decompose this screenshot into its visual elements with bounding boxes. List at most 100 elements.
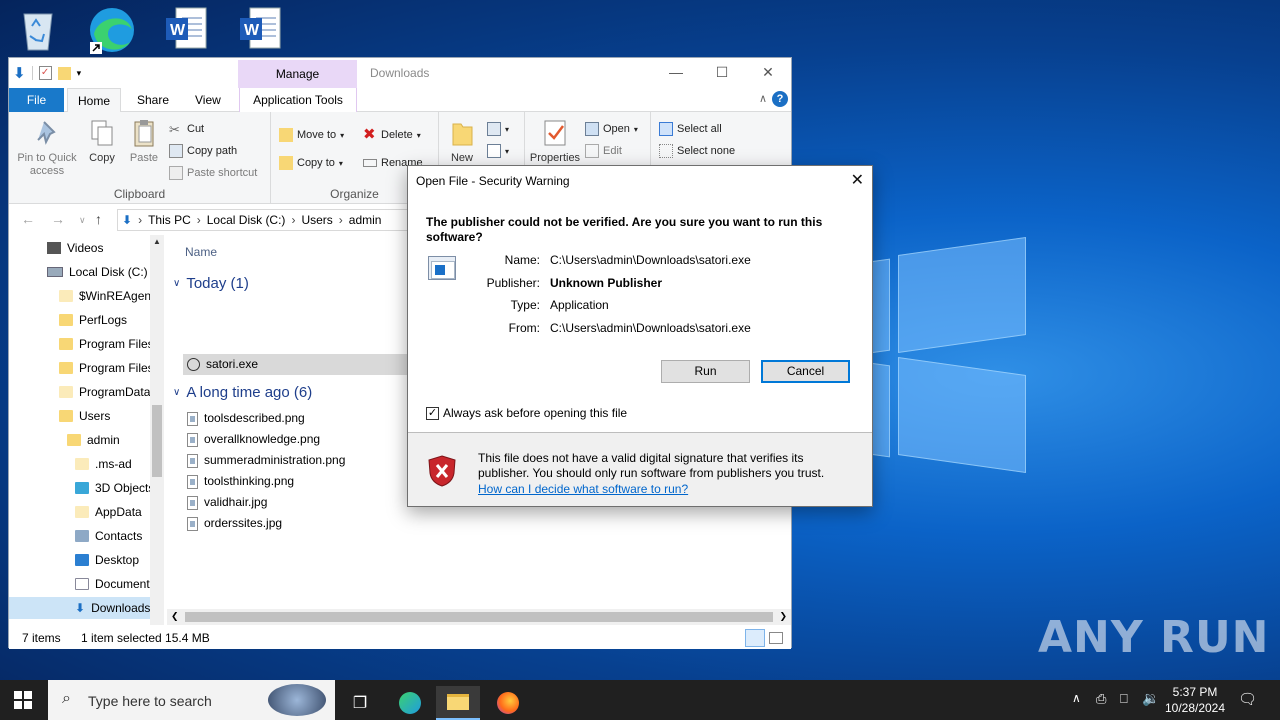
forward-arrow-icon[interactable]: → (51, 211, 65, 227)
close-button[interactable]: ✕ (745, 58, 791, 86)
new-item-button[interactable]: ▾ (487, 120, 509, 138)
h-scroll-thumb[interactable] (185, 612, 773, 622)
recent-dropdown-icon[interactable]: ∨ (79, 215, 86, 226)
nav-scrollbar[interactable]: ▲ (150, 235, 164, 625)
edge-taskbar-icon[interactable] (388, 686, 432, 720)
notifications-icon[interactable]: 🗨 (1238, 690, 1257, 708)
pin-quick-access-button[interactable]: Pin to Quick access (15, 118, 79, 178)
file-row[interactable]: satori.exe (183, 354, 423, 375)
details-view-icon[interactable] (745, 629, 765, 647)
nav-item[interactable]: ProgramData (59, 381, 150, 403)
column-header-name[interactable]: Name (185, 245, 217, 259)
nav-item[interactable]: 3D Objects (75, 477, 154, 499)
edit-button[interactable]: Edit (585, 142, 622, 160)
group-header-old[interactable]: ∨ A long time ago (6) (173, 384, 312, 401)
tab-share[interactable]: Share (127, 88, 179, 112)
folder-icon (59, 410, 73, 422)
run-button[interactable]: Run (661, 360, 750, 383)
new-folder-button[interactable]: New (445, 118, 479, 165)
taskbar-search[interactable]: ⌕ Type here to search (48, 680, 335, 720)
edge-icon[interactable] (88, 6, 134, 54)
nav-item[interactable]: Local Disk (C:) (47, 261, 148, 283)
nav-item[interactable]: Desktop (75, 549, 139, 571)
copy-to-button[interactable]: Copy to ▾ (279, 154, 343, 172)
always-ask-checkbox-row[interactable]: ✓ Always ask before opening this file (426, 406, 627, 420)
nav-item[interactable]: Program Files (59, 357, 154, 379)
paste-button[interactable]: Paste (127, 118, 161, 165)
tab-file[interactable]: File (9, 88, 64, 112)
move-to-button[interactable]: Move to ▾ (279, 126, 344, 144)
tab-view[interactable]: View (185, 88, 231, 112)
word-document-icon[interactable]: W (164, 6, 208, 54)
tab-home[interactable]: Home (67, 88, 122, 113)
file-row[interactable]: overallknowledge.png (183, 429, 320, 450)
new-folder-icon[interactable] (57, 66, 71, 80)
nav-item[interactable]: PerfLogs (59, 309, 127, 331)
always-ask-checkbox[interactable]: ✓ (426, 406, 439, 420)
nav-item[interactable]: Users (59, 405, 110, 427)
properties-button[interactable]: Properties (527, 118, 583, 165)
breadcrumb-local-disk[interactable]: Local Disk (C:) (207, 213, 286, 227)
minimize-button[interactable]: — (653, 58, 699, 86)
volume-icon[interactable]: 🔉 (1142, 690, 1159, 707)
nav-item[interactable]: .ms-ad (75, 453, 132, 475)
breadcrumb-users[interactable]: Users (301, 213, 332, 227)
properties-check-icon[interactable]: ✓ (38, 66, 52, 80)
recycle-bin-icon[interactable] (16, 6, 60, 54)
copy-path-button[interactable]: Copy path (169, 142, 237, 160)
delete-button[interactable]: ✖ Delete ▾ (363, 126, 421, 144)
windows-start-icon[interactable] (14, 691, 32, 709)
select-all-button[interactable]: Select all (659, 120, 722, 138)
file-row[interactable]: validhair.jpg (183, 492, 267, 513)
cancel-button[interactable]: Cancel (761, 360, 850, 383)
horizontal-scrollbar[interactable]: ❮ ❯ (167, 609, 791, 625)
file-row[interactable]: toolsthinking.png (183, 471, 294, 492)
help-link[interactable]: How can I decide what software to run? (478, 482, 688, 496)
image-file-icon (187, 453, 198, 468)
collapse-ribbon-icon[interactable]: ∧ (759, 92, 767, 105)
nav-item[interactable]: $WinREAgent (59, 285, 154, 307)
breadcrumb-this-pc[interactable]: This PC (148, 213, 191, 227)
dialog-close-icon[interactable]: ✕ (851, 170, 864, 190)
manage-tab[interactable]: Manage (238, 60, 357, 88)
task-view-icon[interactable]: ❐ (338, 686, 382, 720)
network-icon[interactable]: ⎕ (1120, 691, 1128, 707)
scroll-left-icon[interactable]: ❮ (171, 611, 179, 622)
tab-application-tools[interactable]: Application Tools (239, 88, 357, 112)
cut-button[interactable]: ✂ Cut (169, 120, 204, 138)
firefox-taskbar-icon[interactable] (486, 686, 530, 720)
nav-scroll-thumb[interactable] (152, 405, 162, 477)
select-none-button[interactable]: Select none (659, 142, 735, 160)
help-icon[interactable]: ? (772, 91, 788, 107)
qat-dropdown-icon[interactable]: ▾ (77, 68, 82, 79)
scroll-right-icon[interactable]: ❯ (779, 611, 787, 622)
meet-now-icon[interactable]: ⎙ (1096, 691, 1106, 707)
download-arrow-icon[interactable]: ⬇ (13, 64, 26, 82)
paste-shortcut-button[interactable]: Paste shortcut (169, 164, 257, 182)
nav-item-downloads[interactable]: ⬇ Downloads (9, 597, 150, 619)
address-bar[interactable]: ⬇ › This PC › Local Disk (C:) › Users › … (117, 209, 417, 231)
nav-item[interactable]: admin (67, 429, 120, 451)
back-arrow-icon[interactable]: ← (21, 211, 35, 227)
large-icons-view-icon[interactable] (769, 632, 783, 644)
nav-item[interactable]: Program Files (59, 333, 154, 355)
nav-item[interactable]: Contacts (75, 525, 142, 547)
maximize-button[interactable]: ☐ (699, 58, 745, 86)
file-row[interactable]: summeradministration.png (183, 450, 345, 471)
nav-item[interactable]: AppData (75, 501, 142, 523)
open-button[interactable]: Open ▾ (585, 120, 638, 138)
nav-item[interactable]: Documents (75, 573, 156, 595)
up-arrow-icon[interactable]: ↑ (95, 211, 102, 227)
file-row[interactable]: toolsdescribed.png (183, 408, 305, 429)
file-row[interactable]: orderssites.jpg (183, 513, 282, 534)
copy-button[interactable]: Copy (87, 118, 117, 165)
word-document-icon[interactable]: W (238, 6, 282, 54)
file-explorer-taskbar-icon[interactable] (436, 686, 480, 720)
scroll-up-icon[interactable]: ▲ (153, 237, 161, 246)
clock[interactable]: 5:37 PM 10/28/2024 (1160, 684, 1230, 716)
group-header-today[interactable]: ∨ Today (1) (173, 275, 249, 292)
easy-access-button[interactable]: ▾ (487, 142, 509, 160)
breadcrumb-admin[interactable]: admin (349, 213, 382, 227)
nav-item[interactable]: Videos (47, 237, 103, 259)
tray-overflow-icon[interactable]: ∧ (1072, 691, 1081, 705)
